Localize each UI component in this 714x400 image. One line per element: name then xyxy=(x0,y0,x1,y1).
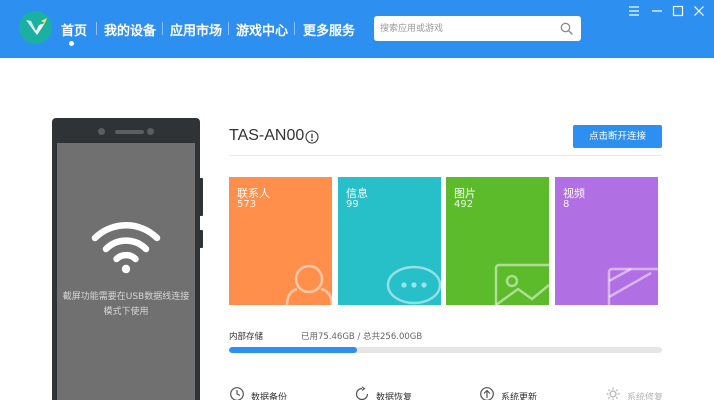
storage-label: 内部存储 xyxy=(229,332,264,342)
storage-progress-fill xyxy=(229,347,357,353)
device-name: TAS-AN00 xyxy=(229,127,305,144)
header-divider xyxy=(229,155,662,156)
action-label: 数据恢复 xyxy=(376,393,413,400)
nav-divider xyxy=(228,22,229,35)
info-icon[interactable] xyxy=(305,130,319,144)
nav-home[interactable]: 首页 xyxy=(61,20,87,39)
nav-game-center[interactable]: 游戏中心 xyxy=(236,20,288,39)
disconnect-button[interactable]: 点击断开连接 xyxy=(573,125,662,148)
action-label: 系统更新 xyxy=(501,393,538,400)
menu-icon[interactable] xyxy=(627,4,641,18)
tile-count: 573 xyxy=(237,199,257,210)
tile-messages[interactable]: 信息 99 xyxy=(338,177,441,305)
nav-divider xyxy=(96,22,97,35)
nav-divider xyxy=(162,22,163,35)
phone-speaker xyxy=(98,128,154,135)
search-icon[interactable] xyxy=(560,22,573,35)
backup-button[interactable]: 数据备份 xyxy=(229,386,309,400)
system-repair-button[interactable]: 系统修复 xyxy=(605,386,685,400)
phone-preview: 截屏功能需要在USB数据线连接模式下使用 xyxy=(52,118,200,400)
top-bar: 首页 我的设备 应用市场 游戏中心 更多服务 xyxy=(0,0,714,58)
tile-count: 99 xyxy=(346,199,359,210)
phone-screen: 截屏功能需要在USB数据线连接模式下使用 xyxy=(57,143,195,400)
nav-my-devices[interactable]: 我的设备 xyxy=(104,20,156,39)
app-logo-icon[interactable] xyxy=(19,11,52,44)
tile-images[interactable]: 图片 492 xyxy=(446,177,549,305)
repair-icon xyxy=(606,387,620,400)
action-label: 系统修复 xyxy=(627,393,664,400)
backup-icon xyxy=(230,387,244,400)
nav-divider xyxy=(294,22,295,35)
update-icon xyxy=(480,387,494,400)
restore-button[interactable]: 数据恢复 xyxy=(354,386,434,400)
minimize-icon[interactable] xyxy=(650,4,664,18)
close-icon[interactable] xyxy=(692,4,706,18)
tile-count: 8 xyxy=(563,199,570,210)
storage-usage-text: 已用75.46GB / 总共256.00GB xyxy=(301,332,423,342)
restore-icon xyxy=(355,386,369,400)
nav-active-indicator xyxy=(69,41,74,46)
phone-volume-button xyxy=(200,178,203,216)
tile-videos[interactable]: 视频 8 xyxy=(555,177,658,305)
screenshot-hint-text: 截屏功能需要在USB数据线连接模式下使用 xyxy=(62,292,190,317)
action-label: 数据备份 xyxy=(251,393,288,400)
search-box xyxy=(374,16,581,41)
nav-more-services[interactable]: 更多服务 xyxy=(303,20,355,39)
nav-app-market[interactable]: 应用市场 xyxy=(170,20,222,39)
storage-progress-bar xyxy=(229,347,662,353)
maximize-icon[interactable] xyxy=(671,4,685,18)
wifi-icon xyxy=(91,222,161,274)
tile-contacts[interactable]: 联系人 573 xyxy=(229,177,332,305)
system-update-button[interactable]: 系统更新 xyxy=(479,386,559,400)
search-input[interactable] xyxy=(374,16,554,41)
phone-power-button xyxy=(200,230,203,248)
tile-count: 492 xyxy=(454,199,474,210)
